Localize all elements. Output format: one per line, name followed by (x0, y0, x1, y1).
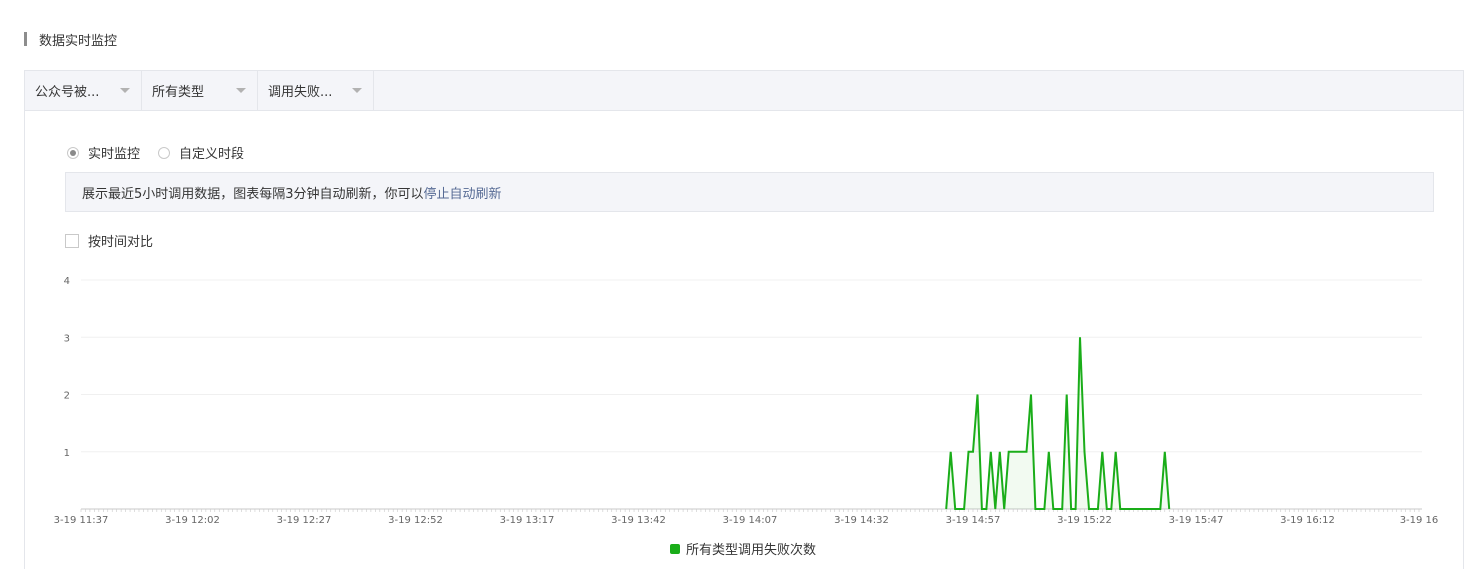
x-tick-label: 3-19 13:17 (500, 515, 555, 526)
x-tick-label: 3-19 16 (1400, 515, 1439, 526)
failure-line-chart: 4 3 2 1 3-19 11:37 3-19 12:02 3-19 12:27 3-19 1… (54, 276, 1439, 526)
x-tick-label: 3-19 15:47 (1169, 515, 1224, 526)
x-tick-label: 3-19 15:22 (1057, 515, 1112, 526)
x-tick-label: 3-19 16:12 (1280, 515, 1335, 526)
x-tick-label: 3-19 14:32 (834, 515, 889, 526)
x-tick-label: 3-19 12:52 (388, 515, 443, 526)
y-tick-label: 1 (64, 448, 70, 459)
legend-label: 所有类型调用失败次数 (686, 543, 817, 558)
x-tick-label: 3-19 11:37 (54, 515, 109, 526)
x-tick-label: 3-19 12:02 (165, 515, 220, 526)
x-tick-label: 3-19 14:57 (946, 515, 1001, 526)
chart-legend[interactable]: 所有类型调用失败次数 (670, 539, 816, 558)
x-tick-label: 3-19 14:07 (723, 515, 778, 526)
x-tick-label: 3-19 12:27 (277, 515, 332, 526)
y-tick-label: 3 (64, 333, 70, 344)
y-tick-label: 4 (64, 276, 70, 287)
legend-swatch (670, 543, 680, 554)
x-tick-label: 3-19 13:42 (611, 515, 666, 526)
y-tick-label: 2 (64, 391, 70, 402)
series-area (946, 337, 1170, 509)
